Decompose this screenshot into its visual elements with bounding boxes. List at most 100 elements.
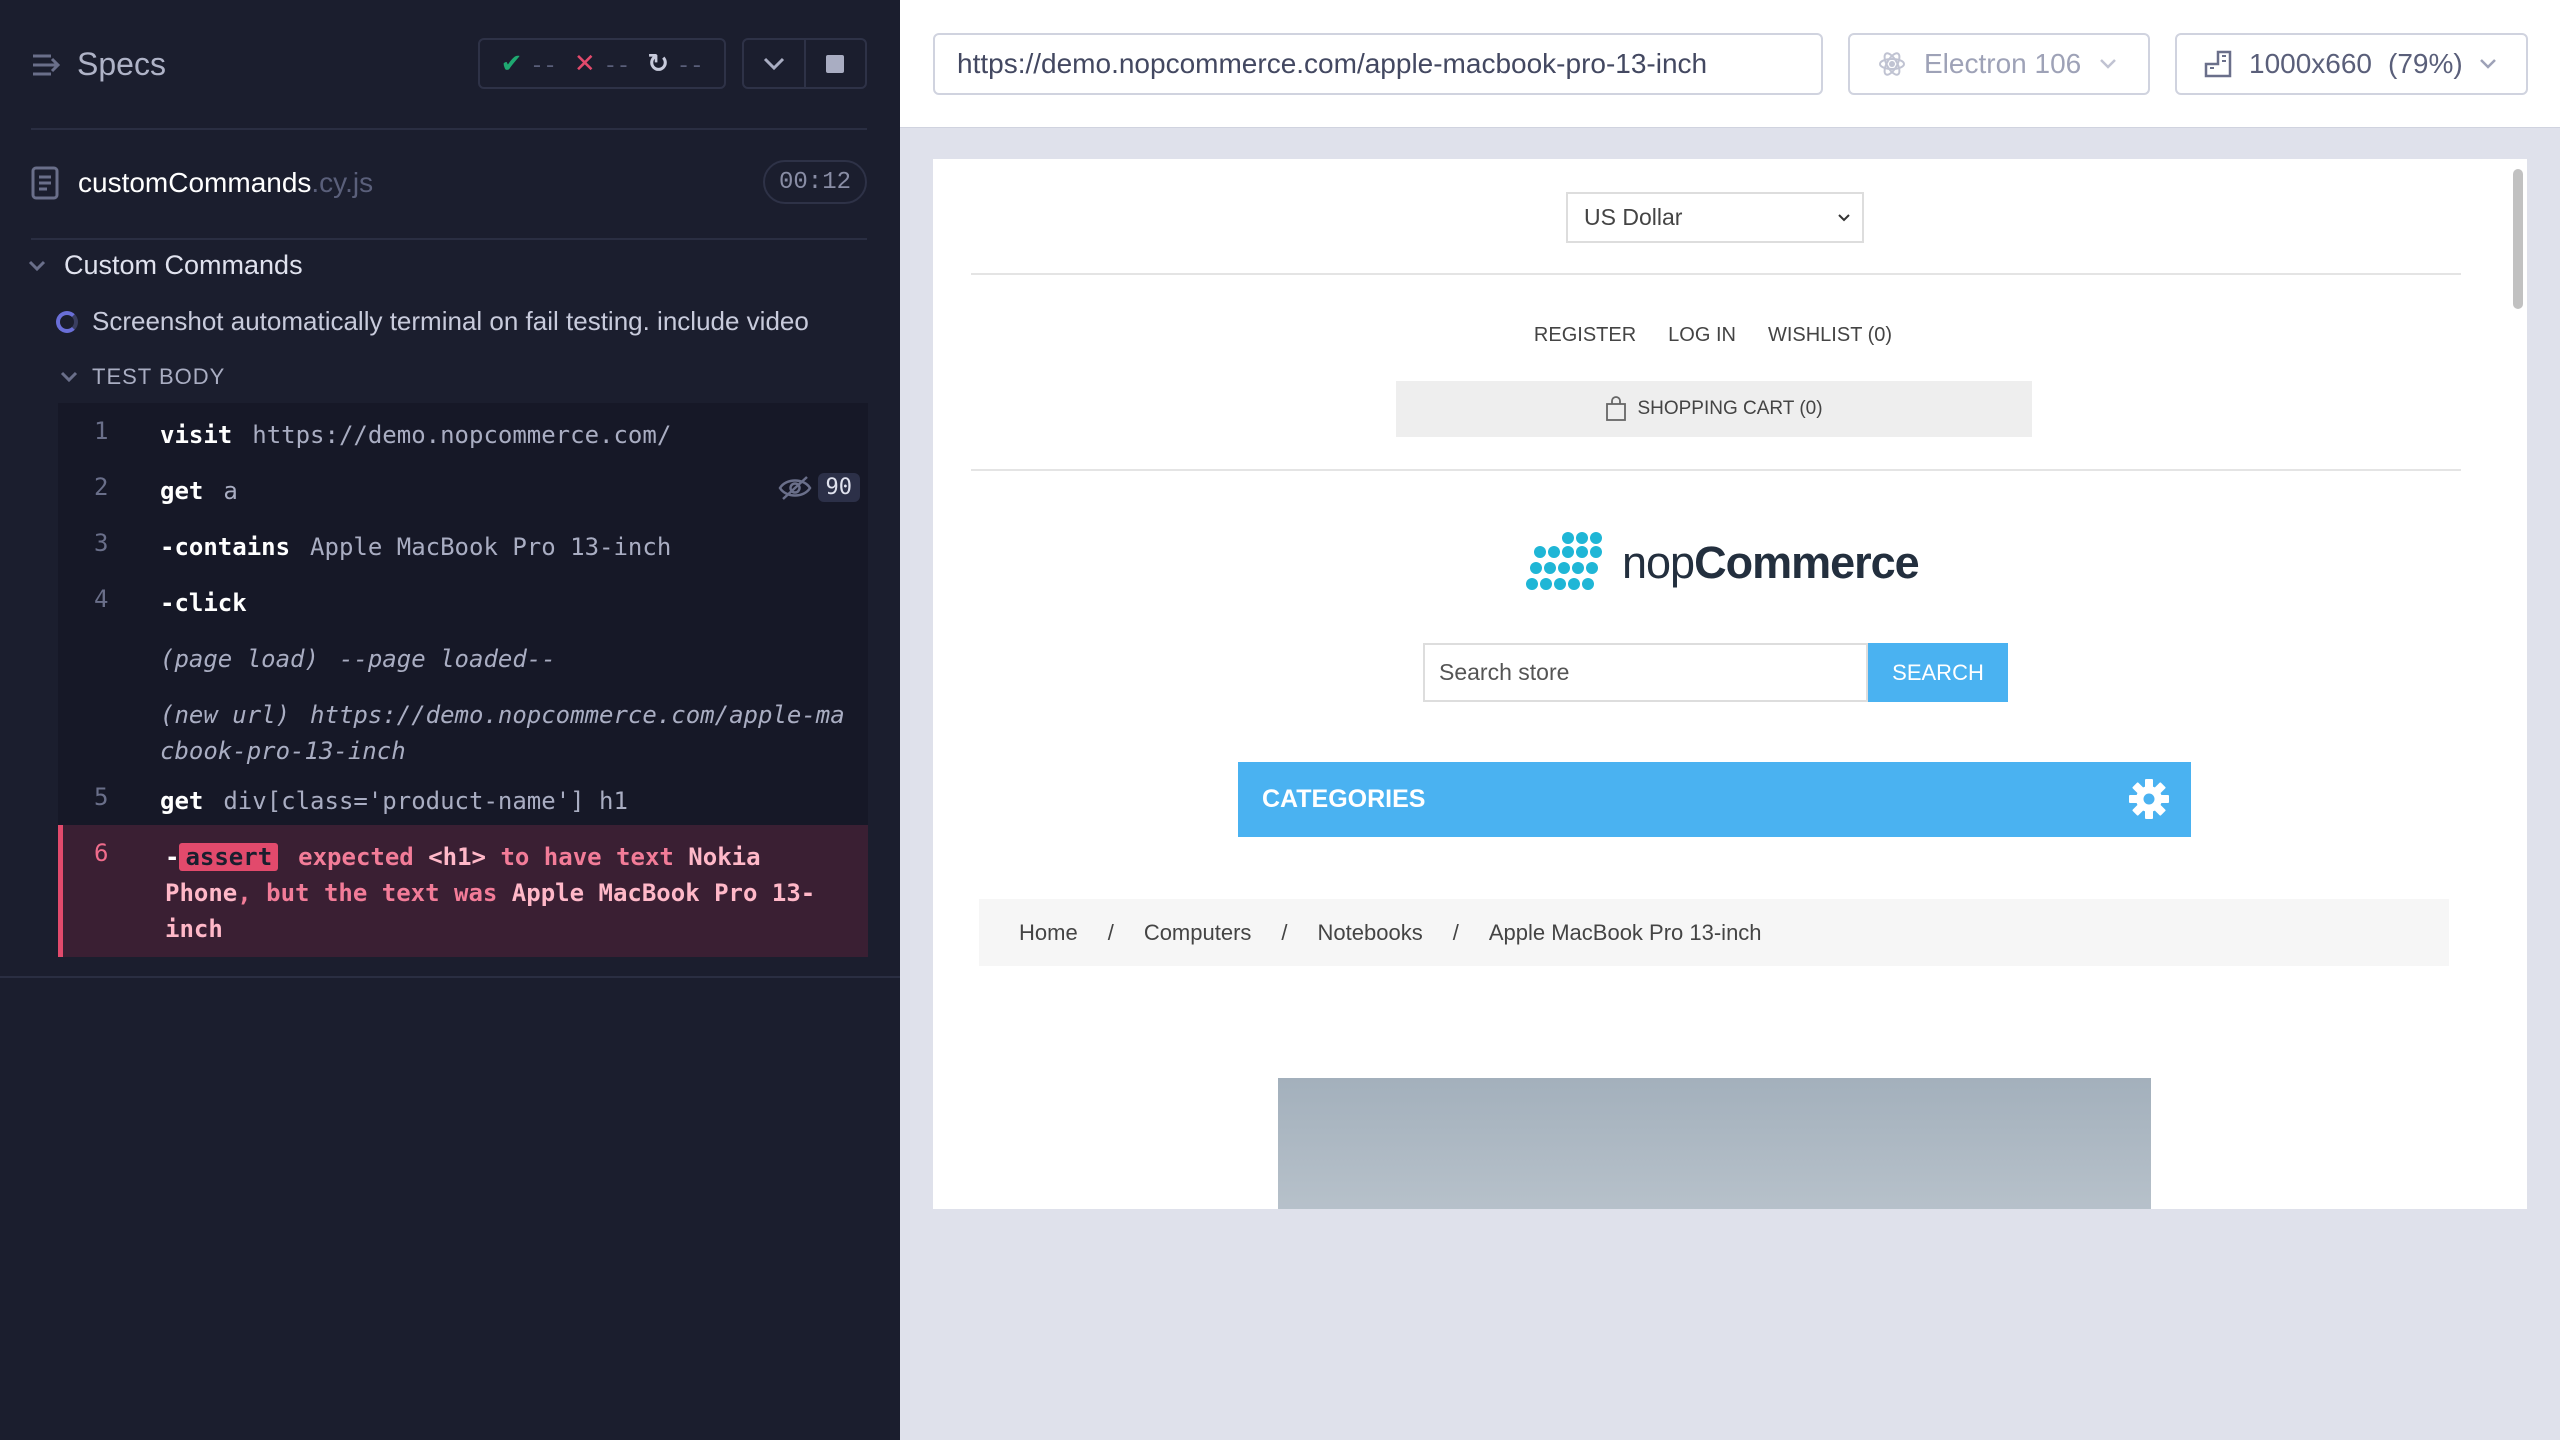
pending-icon: ↻: [647, 48, 670, 79]
aut-toolbar: https://demo.nopcommerce.com/apple-macbo…: [900, 0, 2560, 128]
currency-value: US Dollar: [1584, 204, 1683, 230]
command-row[interactable]: 1 visit https://demo.nopcommerce.com/: [58, 403, 868, 459]
test-title[interactable]: Screenshot automatically terminal on fai…: [56, 306, 809, 337]
event-name: (new url): [160, 701, 291, 729]
document-icon: [31, 166, 59, 200]
command-row[interactable]: 5 get div[class='product-name'] h1: [58, 769, 868, 825]
test-title-label: Screenshot automatically terminal on fai…: [92, 306, 809, 336]
login-link[interactable]: LOG IN: [1668, 324, 1736, 347]
store-logo[interactable]: nopCommerce: [1518, 530, 1920, 596]
breadcrumb-computers[interactable]: Computers: [1144, 920, 1252, 946]
breadcrumb-notebooks[interactable]: Notebooks: [1318, 920, 1423, 946]
browser-selector[interactable]: Electron 106: [1848, 33, 2150, 95]
event-arg: --page loaded--: [338, 645, 556, 673]
cross-icon: ✕: [573, 48, 596, 79]
nopcommerce-logo-icon: [1526, 532, 1602, 590]
command-number: 4: [94, 585, 109, 613]
suite-title[interactable]: Custom Commands: [28, 250, 303, 281]
header-links: REGISTER LOG IN WISHLIST (0): [933, 324, 2493, 347]
chevron-down-icon: [763, 57, 784, 70]
command-number: [58, 627, 160, 683]
specs-label: Specs: [77, 46, 166, 82]
command-number: 2: [94, 473, 109, 501]
assert-prefix: -: [165, 843, 180, 871]
ruler-icon: [2204, 50, 2232, 78]
elements-count: 90: [817, 473, 860, 502]
browser-name: Electron 106: [1924, 48, 2082, 79]
test-body-label: TEST BODY: [92, 364, 226, 389]
command-arg: Apple MacBook Pro 13-inch: [310, 533, 672, 561]
command-name: visit: [160, 421, 233, 449]
search-button[interactable]: SEARCH: [1868, 643, 2008, 702]
command-arg: div[class='product-name'] h1: [223, 787, 628, 815]
suite-title-label: Custom Commands: [64, 250, 303, 280]
url-bar[interactable]: https://demo.nopcommerce.com/apple-macbo…: [933, 33, 1823, 95]
viewport-size: 1000x660: [2249, 48, 2373, 79]
event-name: (page load): [160, 645, 319, 673]
run-controls: [742, 38, 867, 89]
command-name: get: [160, 787, 204, 815]
command-number: 6: [94, 839, 109, 867]
viewport-info[interactable]: 1000x660 (79%): [2175, 33, 2528, 95]
register-link[interactable]: REGISTER: [1534, 324, 1636, 347]
header-divider: [971, 469, 2461, 471]
elements-count-badge[interactable]: 90: [778, 473, 860, 502]
shopping-bag-icon: [1606, 396, 1627, 421]
command-arg: https://demo.nopcommerce.com/: [252, 421, 672, 449]
running-spinner-icon: [56, 310, 78, 333]
pending-stat: ↻ --: [647, 48, 704, 79]
assert-element: <h1>: [428, 843, 486, 871]
event-row[interactable]: (page load) --page loaded--: [58, 627, 868, 683]
spec-divider: [31, 238, 867, 240]
failed-stat: ✕ --: [573, 48, 631, 79]
spec-file-row: customCommands .cy.js 00:12: [31, 160, 867, 206]
electron-icon: [1879, 52, 1905, 76]
failed-command-row[interactable]: 6 - assert expected <h1> to have text Noki…: [58, 825, 868, 957]
chevron-down-icon: [2479, 59, 2496, 69]
log-bottom-divider: [0, 976, 900, 978]
header-divider: [31, 128, 867, 130]
stop-button[interactable]: [803, 40, 866, 87]
shopping-cart-link[interactable]: SHOPPING CART (0): [1396, 381, 2032, 437]
command-name: -contains: [160, 533, 291, 561]
command-number: 3: [94, 529, 109, 557]
command-number: 1: [94, 417, 109, 445]
command-name: get: [160, 477, 204, 505]
breadcrumb-home[interactable]: Home: [1019, 920, 1078, 946]
wishlist-link[interactable]: WISHLIST (0): [1768, 324, 1892, 347]
assert-badge: assert: [179, 843, 279, 871]
test-body-toggle[interactable]: TEST BODY: [60, 364, 225, 390]
logo-text: nopCommerce: [1622, 537, 1920, 588]
product-image[interactable]: [1278, 1078, 2151, 1209]
scrollbar-thumb[interactable]: [2513, 169, 2523, 309]
cart-label: SHOPPING CART (0): [1637, 398, 1823, 419]
command-arg: a: [223, 477, 238, 505]
command-row[interactable]: 2 get a 90: [58, 459, 868, 515]
viewport-scale: (79%): [2388, 48, 2463, 79]
aut-panel: https://demo.nopcommerce.com/apple-macbo…: [900, 0, 2560, 1440]
categories-bar[interactable]: CATEGORIES: [1238, 762, 2191, 837]
chevron-down-icon: [60, 371, 78, 383]
event-row[interactable]: (new url) https://demo.nopcommerce.com/ap…: [58, 683, 868, 769]
eye-hidden-icon: [778, 475, 811, 500]
gear-icon[interactable]: [2127, 777, 2171, 821]
aut-iframe: US Dollar REGISTER LOG IN WISHLIST (0) S…: [933, 159, 2527, 1209]
chevron-down-icon: [1838, 214, 1850, 222]
search-input[interactable]: Search store: [1423, 643, 1868, 702]
command-name: -click: [160, 589, 247, 617]
command-log: 1 visit https://demo.nopcommerce.com/ 2 g…: [58, 403, 868, 957]
assert-text-2: to have text: [500, 843, 674, 871]
specs-button[interactable]: Specs: [31, 46, 166, 83]
reporter-header: Specs ✔ -- ✕ -- ↻ --: [0, 0, 900, 130]
currency-select[interactable]: US Dollar: [1566, 192, 1864, 243]
collapse-button[interactable]: [744, 40, 804, 87]
spec-ext: .cy.js: [311, 167, 374, 198]
passed-stat: ✔ --: [500, 48, 557, 79]
stop-icon: [826, 54, 845, 73]
command-number: 5: [94, 783, 109, 811]
iframe-scrollbar[interactable]: [2509, 165, 2525, 1205]
command-row[interactable]: 4 -click: [58, 571, 868, 627]
command-row[interactable]: 3 -contains Apple MacBook Pro 13-inch: [58, 515, 868, 571]
chevron-down-icon: [2100, 59, 2117, 69]
breadcrumb: Home / Computers / Notebooks / Apple MacBoo…: [979, 899, 2449, 966]
